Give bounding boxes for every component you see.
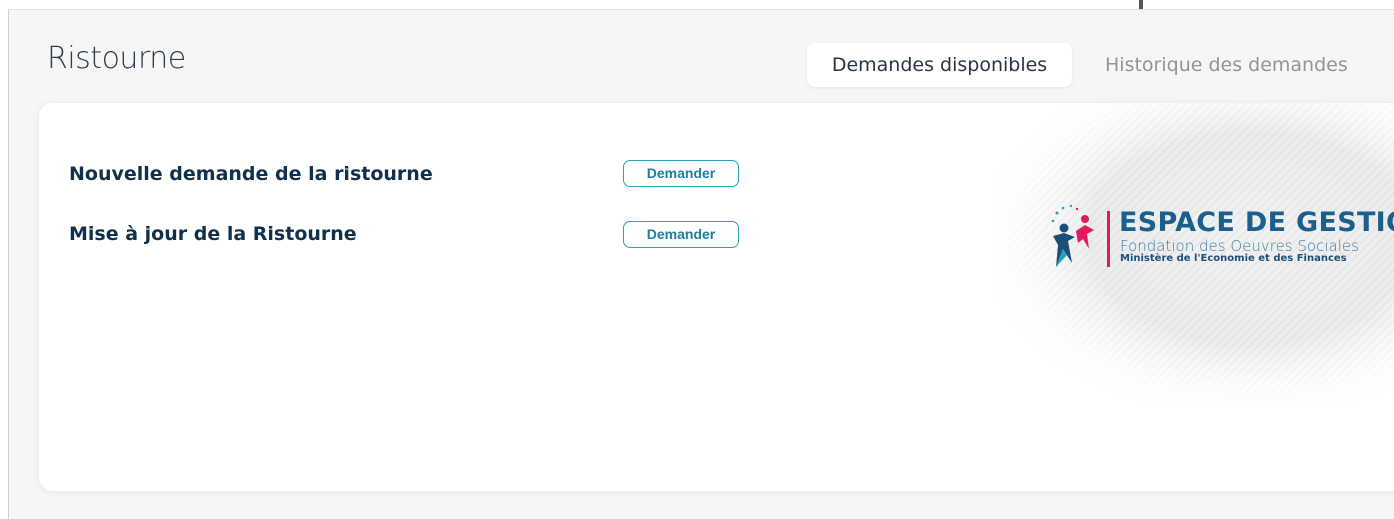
logo-ministry: Ministère de l'Economie et des Finances	[1120, 253, 1347, 264]
demander-button-mise-a-jour[interactable]: Demander	[623, 221, 739, 248]
page-title: Ristourne	[47, 41, 186, 76]
request-label-nouvelle-demande: Nouvelle demande de la ristourne	[69, 163, 433, 185]
demander-button-nouvelle-demande[interactable]: Demander	[623, 160, 739, 187]
ristourne-panel: Ristourne Demandes disponibles Historiqu…	[8, 9, 1394, 519]
people-emblem-icon	[1051, 204, 1094, 267]
requests-card: Nouvelle demande de la ristourne Demande…	[39, 103, 1394, 491]
request-label-mise-a-jour: Mise à jour de la Ristourne	[69, 223, 357, 245]
tab-demandes-disponibles[interactable]: Demandes disponibles	[807, 43, 1072, 87]
tab-historique-des-demandes[interactable]: Historique des demandes	[1105, 43, 1348, 87]
logo-title: ESPACE DE GESTION	[1119, 207, 1394, 238]
logo-divider-bar	[1107, 211, 1110, 267]
